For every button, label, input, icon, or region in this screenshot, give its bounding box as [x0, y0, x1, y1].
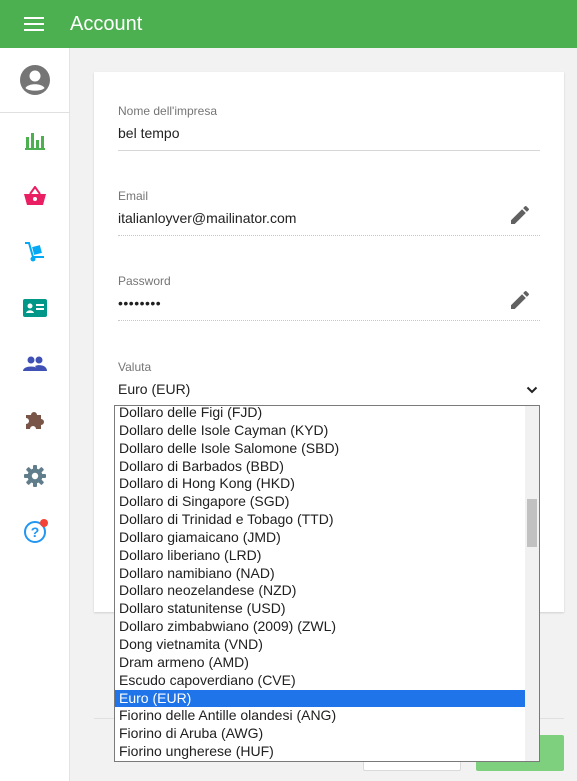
field-underline	[118, 150, 540, 151]
currency-option[interactable]: Fiorino di Aruba (AWG)	[115, 725, 525, 743]
sidebar-item-contacts[interactable]	[0, 288, 70, 328]
pencil-icon	[511, 291, 529, 309]
password-field: Password ••••••••	[118, 274, 540, 322]
sidebar-item-account[interactable]	[0, 60, 70, 100]
dropdown-scrollbar[interactable]	[525, 406, 539, 761]
currency-select[interactable]: Euro (EUR)	[118, 381, 540, 397]
edit-password-button[interactable]	[508, 288, 532, 312]
currency-label: Valuta	[118, 360, 152, 374]
currency-option[interactable]: Dollaro di Barbados (BBD)	[115, 458, 525, 476]
hand-truck-icon	[25, 242, 44, 262]
puzzle-icon	[26, 412, 44, 429]
currency-field[interactable]: Valuta Euro (EUR)	[118, 360, 540, 400]
email-label: Email	[118, 189, 149, 203]
currency-dropdown-list[interactable]: Dollaro delle Figi (FJD) Dollaro delle Is…	[114, 405, 540, 762]
password-label: Password	[118, 274, 171, 288]
currency-option[interactable]: Dollaro giamaicano (JMD)	[115, 529, 525, 547]
currency-option[interactable]: Dollaro di Hong Kong (HKD)	[115, 475, 525, 493]
sidebar-item-extensions[interactable]	[0, 400, 70, 440]
currency-option[interactable]: Dollaro delle Figi (FJD)	[115, 406, 525, 422]
contact-card-icon	[23, 299, 47, 317]
currency-option[interactable]: Dram armeno (AMD)	[115, 654, 525, 672]
field-underline	[118, 235, 540, 236]
field-underline	[118, 320, 540, 321]
currency-option[interactable]: Dollaro neozelandese (NZD)	[115, 582, 525, 600]
account-circle-icon	[20, 65, 50, 95]
app-bar: Account	[0, 0, 577, 48]
currency-option[interactable]: Euro (EUR)	[115, 689, 525, 708]
scrollbar-thumb[interactable]	[527, 499, 537, 547]
currency-option[interactable]: Dollaro statunitense (USD)	[115, 600, 525, 618]
sidebar: ?	[0, 48, 70, 781]
company-name-label: Nome dell'impresa	[118, 104, 217, 118]
svg-text:?: ?	[31, 524, 40, 540]
email-field: Email italianloyver@mailinator.com	[118, 189, 540, 237]
menu-button[interactable]	[0, 0, 68, 48]
chevron-down-icon	[526, 386, 538, 394]
sidebar-item-delivery[interactable]	[0, 232, 70, 272]
email-value: italianloyver@mailinator.com	[118, 210, 297, 226]
shopping-basket-icon	[24, 186, 46, 205]
currency-option[interactable]: Dong vietnamita (VND)	[115, 636, 525, 654]
company-name-field[interactable]: Nome dell'impresa bel tempo	[118, 104, 540, 154]
currency-option[interactable]: Dollaro zimbabwiano (2009) (ZWL)	[115, 618, 525, 636]
sidebar-item-settings[interactable]	[0, 456, 70, 496]
sidebar-item-people[interactable]	[0, 344, 70, 384]
currency-option[interactable]: Fiorino delle Antille olandesi (ANG)	[115, 707, 525, 725]
notification-badge	[40, 519, 48, 527]
company-name-input[interactable]: bel tempo	[118, 125, 540, 141]
currency-option[interactable]: Dollaro di Singapore (SGD)	[115, 493, 525, 511]
password-value: ••••••••	[118, 295, 162, 311]
sidebar-item-help[interactable]: ?	[0, 512, 70, 552]
currency-option[interactable]: Dollaro delle Isole Salomone (SBD)	[115, 440, 525, 458]
currency-option[interactable]: Dollaro namibiano (NAD)	[115, 565, 525, 583]
currency-option[interactable]: Dollaro delle Isole Cayman (KYD)	[115, 422, 525, 440]
currency-options: Dollaro delle Figi (FJD) Dollaro delle Is…	[115, 406, 525, 761]
edit-email-button[interactable]	[508, 203, 532, 227]
hamburger-icon	[24, 17, 44, 31]
sidebar-item-shop[interactable]	[0, 176, 70, 216]
gear-icon	[24, 465, 46, 487]
currency-option[interactable]: Fiorino ungherese (HUF)	[115, 743, 525, 761]
currency-option[interactable]: Dollaro liberiano (LRD)	[115, 547, 525, 565]
pencil-icon	[511, 206, 529, 224]
sidebar-item-statistics[interactable]	[0, 120, 70, 160]
page-title: Account	[70, 12, 143, 35]
bar-chart-icon	[25, 133, 45, 150]
sidebar-divider	[0, 112, 70, 113]
people-icon	[23, 356, 47, 371]
currency-option[interactable]: Dollaro di Trinidad e Tobago (TTD)	[115, 511, 525, 529]
currency-option[interactable]: Escudo capoverdiano (CVE)	[115, 672, 525, 690]
